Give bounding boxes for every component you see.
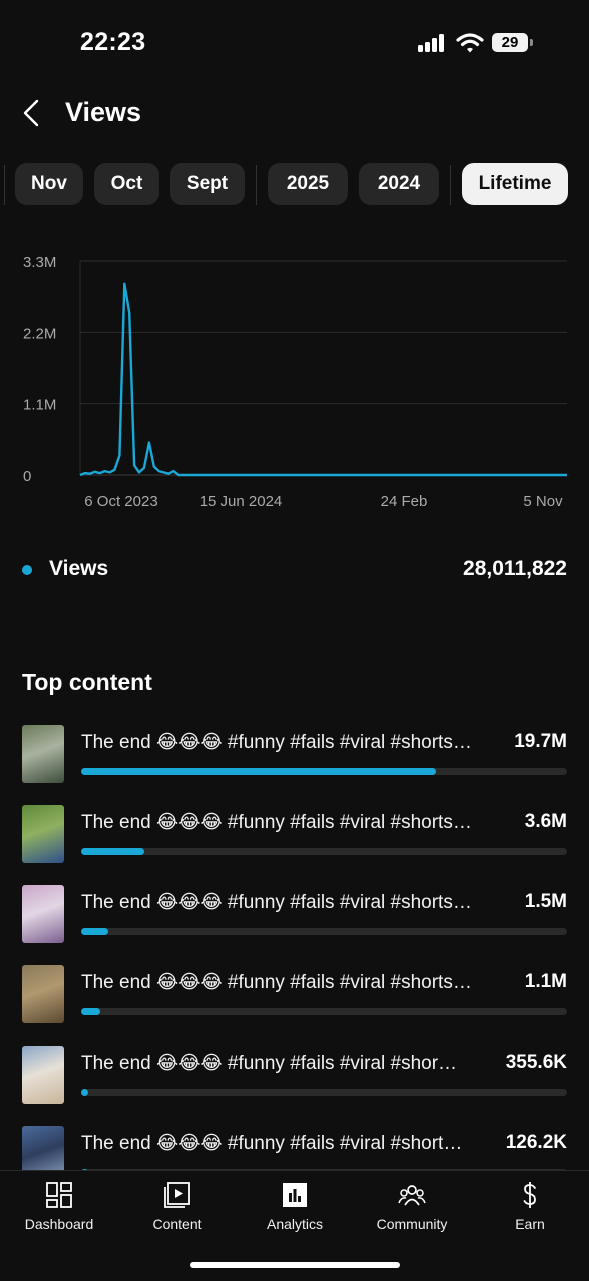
battery-tip [530,39,533,46]
list-item[interactable]: The end 😂😂😂 #funny #fails #viral #shor… 3… [0,1046,589,1118]
metric-label: Views [49,557,109,580]
chart-x-tick-label: 5 Nov [523,493,563,510]
analytics-icon [283,1183,307,1207]
wifi-icon [456,33,484,53]
video-thumbnail [22,885,64,943]
item-views-value: 126.2K [505,1132,567,1153]
nav-label: Content [152,1216,202,1232]
views-share-bar [81,768,567,775]
chart-x-tick-label: 15 Jun 2024 [200,493,283,510]
home-indicator [190,1262,400,1268]
metric-total-value: 28,011,822 [463,557,567,580]
views-share-bar [81,848,567,855]
chip-month-oct[interactable]: Oct [94,163,159,205]
nav-analytics[interactable]: Analytics [236,1181,354,1232]
content-icon [164,1182,190,1208]
nav-label: Earn [515,1216,545,1232]
chart-y-tick-label: 0 [23,468,31,485]
views-share-bar [81,928,567,935]
item-title: The end 😂😂😂 #funny #fails #viral #shorts… [81,972,472,993]
list-item[interactable]: The end 😂😂😂 #funny #fails #viral #shorts… [0,725,589,797]
list-item[interactable]: The end 😂😂😂 #funny #fails #viral #shorts… [0,805,589,877]
item-views-value: 355.6K [505,1052,567,1073]
views-share-bar [81,1008,567,1015]
video-thumbnail [22,725,64,783]
item-title: The end 😂😂😂 #funny #fails #viral #shorts… [81,892,472,913]
chart-x-tick-label: 6 Oct 2023 [84,493,157,510]
nav-earn[interactable]: Earn [471,1181,589,1232]
chip-lifetime[interactable]: Lifetime [462,163,568,205]
chart-y-tick-label: 3.3M [23,254,56,271]
list-item[interactable]: The end 😂😂😂 #funny #fails #viral #shorts… [0,885,589,957]
item-title: The end 😂😂😂 #funny #fails #viral #shorts… [81,732,472,753]
chip-month-sept[interactable]: Sept [170,163,245,205]
video-thumbnail [22,965,64,1023]
earn-icon [523,1182,536,1208]
views-share-bar [81,1089,567,1096]
chart-x-ticks: 6 Oct 2023 15 Jun 2024 24 Feb 5 Nov [84,493,563,510]
views-line-chart: 3.3M 2.2M 1.1M 0 6 Oct 2023 15 Jun 2024 24 Fe… [23,254,567,510]
nav-dashboard[interactable]: Dashboard [0,1181,118,1232]
chart-series-views-line [79,282,567,477]
list-item[interactable]: The end 😂😂😂 #funny #fails #viral #shorts… [0,965,589,1037]
community-icon [398,1185,426,1206]
item-views-value: 1.1M [524,971,567,992]
item-title: The end 😂😂😂 #funny #fails #viral #short… [81,1133,463,1154]
chip-divider [4,165,5,205]
item-title: The end 😂😂😂 #funny #fails #viral #shor… [81,1053,458,1074]
views-share-bar-fill [81,1089,88,1096]
views-share-bar-fill [81,848,145,855]
nav-community[interactable]: Community [353,1181,471,1232]
chart-y-tick-label: 2.2M [23,325,56,342]
chart-y-ticks: 3.3M 2.2M 1.1M 0 [23,254,56,485]
chart-x-tick-label: 24 Feb [381,493,428,510]
chip-month-nov[interactable]: Nov [15,163,83,205]
views-share-bar-fill [81,768,436,775]
status-time: 22:23 [80,28,146,56]
dashboard-icon [46,1182,72,1208]
battery-icon: 29 [492,33,528,52]
page-title: Views [65,97,142,127]
chip-divider [450,165,451,205]
back-arrow-icon[interactable] [20,98,44,128]
chip-divider [256,165,257,205]
chart-grid [79,260,567,476]
views-share-bar-fill [81,928,108,935]
item-title: The end 😂😂😂 #funny #fails #viral #shorts… [81,812,472,833]
nav-label: Dashboard [24,1216,94,1232]
chip-year-2025[interactable]: 2025 [268,163,348,205]
views-share-bar-fill [81,1008,101,1015]
item-views-value: 3.6M [524,811,567,832]
item-views-value: 19.7M [514,731,567,752]
cellular-signal-icon [418,34,446,52]
video-thumbnail [22,1046,64,1104]
chart-y-tick-label: 1.1M [23,397,56,414]
nav-label: Analytics [266,1216,324,1232]
video-thumbnail [22,805,64,863]
nav-label: Community [376,1216,448,1232]
item-views-value: 1.5M [524,891,567,912]
period-chips: Nov Oct Sept 2025 2024 Lifetime [0,163,589,207]
section-title-top-content: Top content [22,669,152,695]
nav-content[interactable]: Content [118,1181,236,1232]
chip-year-2024[interactable]: 2024 [359,163,439,205]
views-legend-dot [22,565,32,575]
